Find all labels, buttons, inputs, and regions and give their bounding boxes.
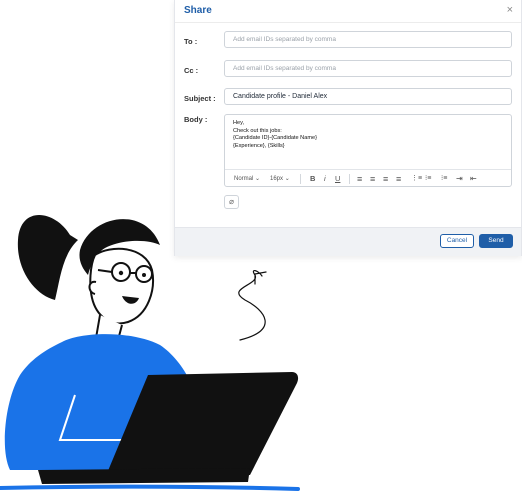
ponytail <box>17 215 79 300</box>
laptop-base <box>38 468 250 484</box>
bold-icon[interactable]: B <box>310 174 315 184</box>
attachment-icon[interactable]: ⌀ <box>224 195 239 209</box>
italic-icon[interactable]: i <box>324 174 326 184</box>
underline-icon[interactable]: U <box>335 174 340 184</box>
editor-toolbar: Normal ⌄ 16px ⌄ B i U ≡ ≡ ≡ ≡ ⋮≡ ⁝≡ ⁝≡ ⇥… <box>225 169 511 189</box>
desk-line <box>0 484 300 491</box>
doodle-arrow <box>238 270 267 341</box>
align-right-icon[interactable]: ≡ <box>383 174 388 184</box>
dialog-header: Share × <box>175 0 521 23</box>
send-button[interactable]: Send <box>479 234 513 248</box>
chevron-down-icon: ⌄ <box>284 176 290 182</box>
outdent-icon[interactable]: ⇤ <box>470 174 477 184</box>
face <box>89 247 154 325</box>
body-line: Hey, <box>233 120 245 126</box>
align-left-icon[interactable]: ≡ <box>357 174 362 184</box>
subject-input[interactable]: Candidate profile - Daniel Alex <box>224 88 512 105</box>
body-label: Body : <box>184 115 208 124</box>
share-dialog: Share × To : Add email IDs separated by … <box>174 0 522 256</box>
body-line: {Candidate ID}-{Candidate Name} <box>233 135 317 142</box>
body-editor[interactable]: Hey, Check out this jobs: {Candidate ID}… <box>224 114 512 187</box>
indent-icon[interactable]: ⇥ <box>456 174 463 184</box>
to-input[interactable]: Add email IDs separated by comma <box>224 31 512 48</box>
paragraph-style-select[interactable]: Normal ⌄ <box>234 174 260 184</box>
align-center-icon[interactable]: ≡ <box>370 174 375 184</box>
cc-label: Cc : <box>184 66 199 75</box>
body-line: Check out this jobs: <box>233 127 282 134</box>
toolbar-divider <box>349 174 350 184</box>
cc-input[interactable]: Add email IDs separated by comma <box>224 60 512 77</box>
body-line: {Experience}, {Skills} <box>233 142 285 149</box>
font-size-select[interactable]: 16px ⌄ <box>270 174 290 184</box>
dialog-title: Share <box>184 5 212 16</box>
bullet-list-icon[interactable]: ⁝≡ <box>425 174 431 184</box>
justify-icon[interactable]: ≡ <box>396 174 401 184</box>
subject-label: Subject : <box>184 94 216 103</box>
cancel-button[interactable]: Cancel <box>440 234 474 248</box>
toolbar-divider <box>300 174 301 184</box>
dialog-footer: Cancel Send <box>175 227 521 256</box>
indent-list-icon[interactable]: ⁝≡ <box>441 174 447 184</box>
chevron-down-icon: ⌄ <box>255 176 261 182</box>
to-label: To : <box>184 37 198 46</box>
close-icon[interactable]: × <box>507 3 513 17</box>
body-text[interactable]: Hey, Check out this jobs: {Candidate ID}… <box>233 120 317 150</box>
ordered-list-icon[interactable]: ⋮≡ <box>411 174 422 184</box>
